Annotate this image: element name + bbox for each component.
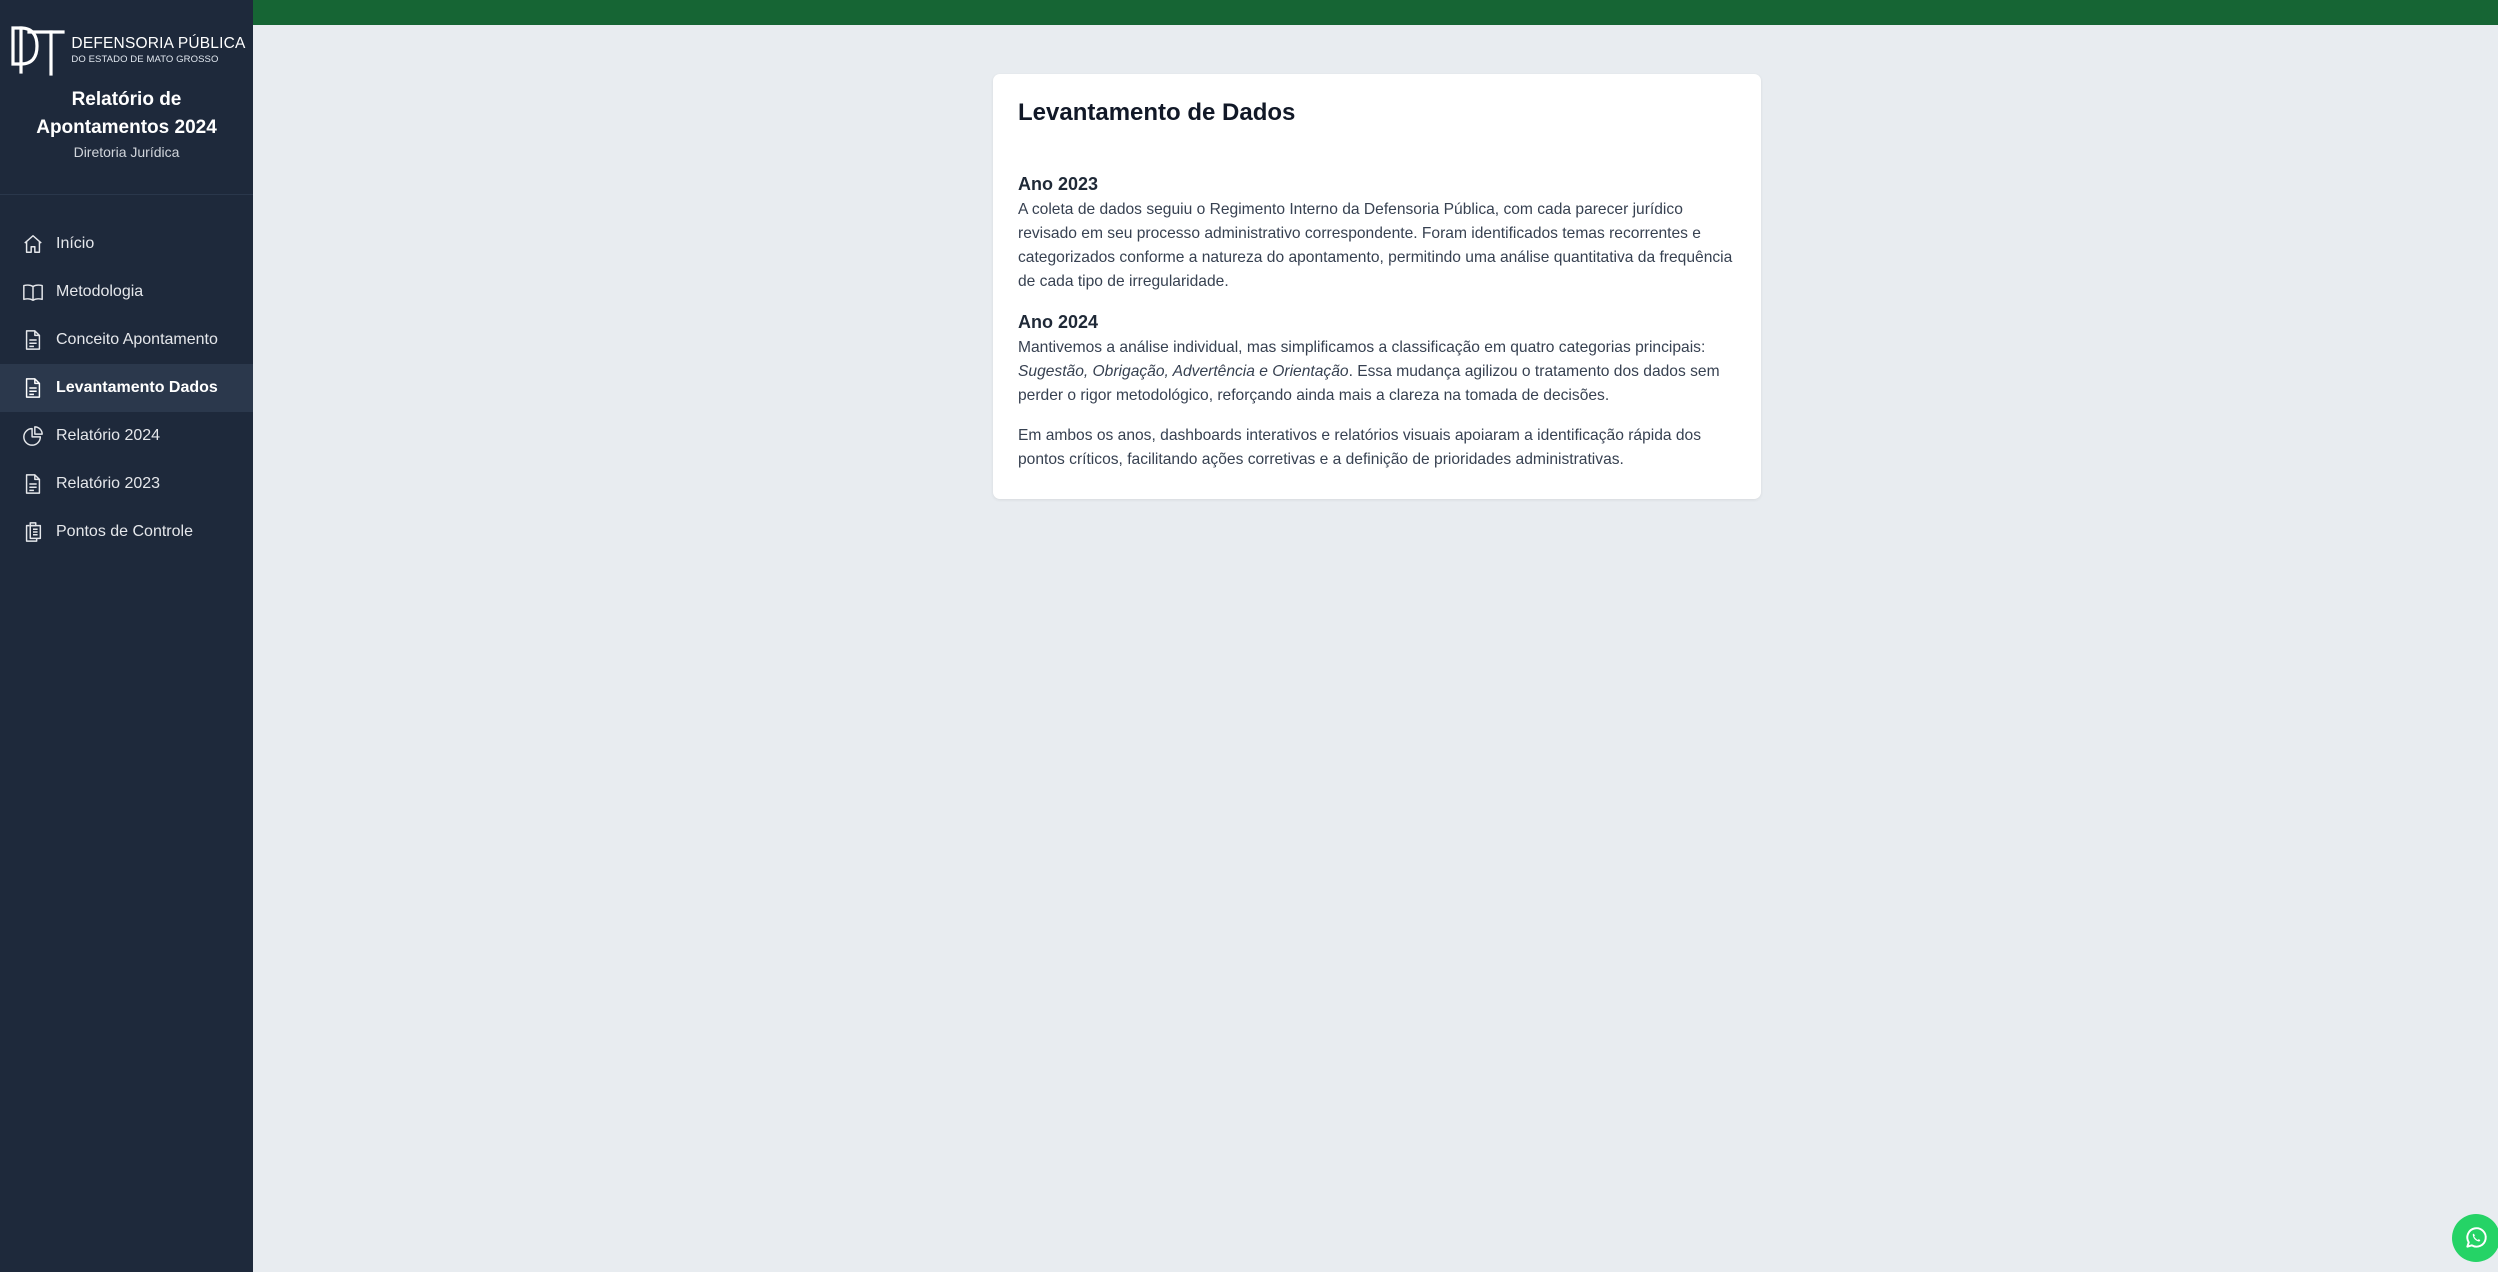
nav-label: Relatório 2023 [56, 475, 161, 492]
clipboard-icon [22, 521, 44, 543]
sidebar-nav: Início Metodologia Conceito Apontamento … [0, 220, 253, 556]
nav-item-pontos-de-controle[interactable]: Pontos de Controle [0, 508, 253, 556]
whatsapp-button[interactable] [2452, 1214, 2498, 1262]
pie-chart-icon [22, 425, 44, 447]
logo-text: DEFENSORIA PÚBLICA DO ESTADO DE MATO GRO… [71, 34, 246, 65]
report-subtitle: Diretoria Jurídica [73, 144, 180, 160]
nav-label: Relatório 2024 [56, 427, 161, 444]
page-title: Levantamento de Dados [1018, 99, 1296, 126]
nav-label: Pontos de Controle [56, 523, 193, 540]
dp-logo-mark-icon [11, 26, 66, 76]
nav-label: Levantamento Dados [56, 379, 218, 396]
nav-item-inicio[interactable]: Início [0, 220, 253, 268]
document-icon [22, 377, 44, 399]
section-text-2024: Mantivemos a análise individual, mas sim… [1018, 336, 1737, 408]
content-card: Levantamento de Dados Ano 2023 A coleta … [993, 74, 1761, 499]
defensoria-logo[interactable]: DEFENSORIA PÚBLICA DO ESTADO DE MATO GRO… [7, 24, 245, 76]
report-title: Relatório de Apontamentos 2024 [36, 86, 217, 142]
nav-item-metodologia[interactable]: Metodologia [0, 268, 253, 316]
section-text-2023: A coleta de dados seguiu o Regimento Int… [1018, 201, 1733, 290]
home-icon [22, 233, 44, 255]
section-2023: Ano 2023 A coleta de dados seguiu o Regi… [1018, 172, 1737, 294]
closing-paragraph: Em ambos os anos, dashboards interativos… [1018, 427, 1702, 468]
app: DEFENSORIA PÚBLICA DO ESTADO DE MATO GRO… [0, 0, 2498, 1272]
categories-italic: Sugestão, Obrigação, Advertência e Orien… [1018, 363, 1349, 380]
document-icon [22, 473, 44, 495]
nav-item-relatorio-2023[interactable]: Relatório 2023 [0, 460, 253, 508]
section-text-2024-part1: Mantivemos a análise individual, mas sim… [1018, 339, 1706, 356]
nav-label: Metodologia [56, 283, 144, 300]
sidebar: DEFENSORIA PÚBLICA DO ESTADO DE MATO GRO… [0, 0, 253, 1272]
report-title-line2: Apontamentos 2024 [36, 117, 217, 138]
section-heading-2024: Ano 2024 [1018, 312, 1099, 332]
section-heading-2023: Ano 2023 [1018, 174, 1099, 194]
nav-label: Conceito Apontamento [56, 331, 218, 348]
report-title-line1: Relatório de [71, 89, 182, 110]
nav-item-levantamento-dados[interactable]: Levantamento Dados [0, 364, 253, 412]
section-2024: Ano 2024 Mantivemos a análise individual… [1018, 310, 1737, 408]
logo-line1: DEFENSORIA PÚBLICA [71, 34, 246, 52]
document-icon [22, 329, 44, 351]
whatsapp-icon [2466, 1227, 2487, 1248]
top-bar [253, 0, 2498, 25]
sidebar-brand: DEFENSORIA PÚBLICA DO ESTADO DE MATO GRO… [0, 0, 253, 195]
book-icon [22, 281, 44, 303]
nav-item-conceito-apontamento[interactable]: Conceito Apontamento [0, 316, 253, 364]
logo-line2: DO ESTADO DE MATO GROSSO [71, 54, 219, 65]
nav-label: Início [56, 235, 95, 252]
nav-item-relatorio-2024[interactable]: Relatório 2024 [0, 412, 253, 460]
